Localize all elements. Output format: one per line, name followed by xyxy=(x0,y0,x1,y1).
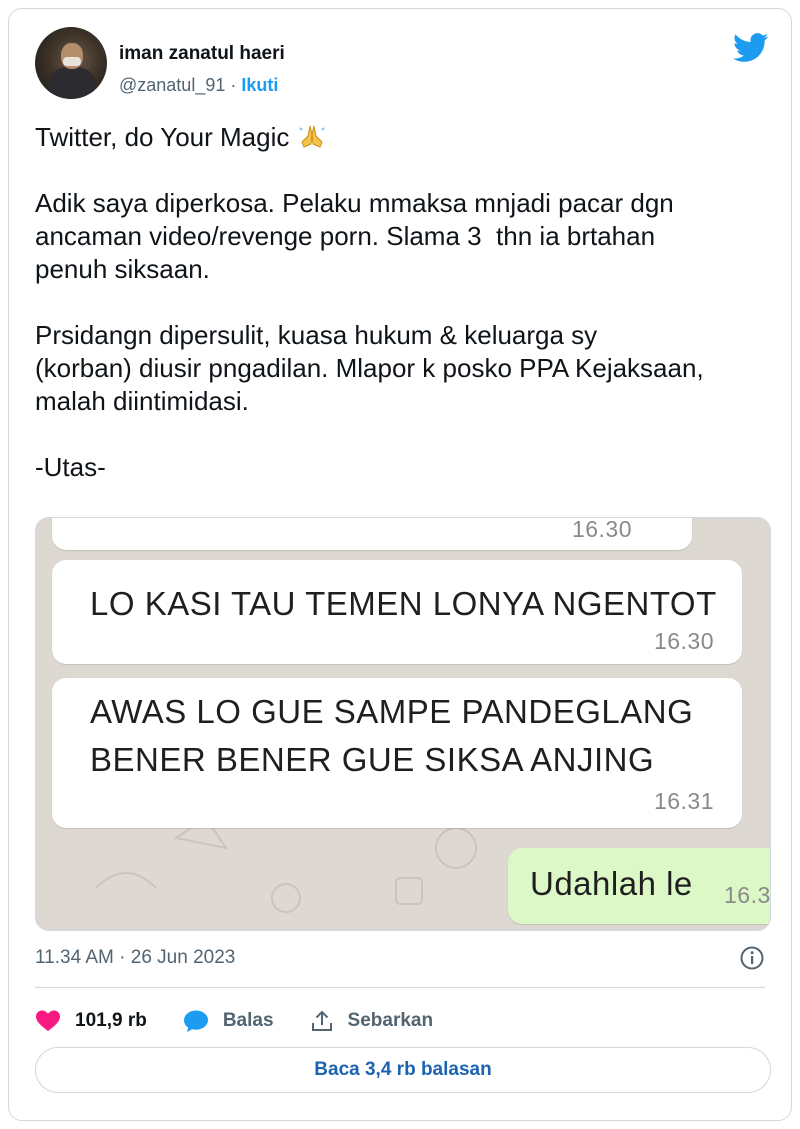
chat-outgoing-bubble: Udahlah le 16.3 xyxy=(508,848,771,924)
share-upload-icon xyxy=(311,1010,332,1031)
author-handle-row: @zanatul_91 · Ikuti xyxy=(119,75,278,96)
chat-message-bubble: LO KASI TAU TEMEN LONYA NGENTOT 16.30 xyxy=(52,560,742,664)
chat-message-time: 16.31 xyxy=(653,788,714,814)
tweet-body: Adik saya diperkosa. Pelaku mmaksa mnjad… xyxy=(35,188,704,482)
avatar-mask xyxy=(63,57,81,66)
author-name[interactable]: iman zanatul haeri xyxy=(119,43,285,65)
chat-message-bubble: 16.30 xyxy=(52,517,692,550)
tweet-timestamp[interactable]: 11.34 AM · 26 Jun 2023 xyxy=(35,947,235,969)
divider xyxy=(35,987,765,988)
follow-button[interactable]: Ikuti xyxy=(241,75,278,95)
like-count: 101,9 rb xyxy=(75,1010,147,1031)
read-replies-button[interactable]: Baca 3,4 rb balasan xyxy=(35,1047,771,1093)
chat-message-text: LO KASI TAU TEMEN LONYA NGENTOT xyxy=(90,585,717,622)
chat-message-time: 16.30 xyxy=(653,628,714,654)
speech-bubble-icon xyxy=(183,1010,208,1032)
chat-message-bubble: AWAS LO GUE SAMPE PANDEGLANG BENER BENER… xyxy=(52,678,742,828)
tweet-card: iman zanatul haeri @zanatul_91 · Ikuti T… xyxy=(8,8,792,1121)
chat-message-text: AWAS LO GUE SAMPE PANDEGLANG BENER BENER… xyxy=(90,693,694,778)
info-icon[interactable] xyxy=(739,945,765,971)
reply-label: Balas xyxy=(222,1010,274,1031)
avatar[interactable] xyxy=(35,27,107,99)
share-label: Sebarkan xyxy=(347,1010,434,1031)
chat-message-text: Udahlah le xyxy=(530,865,693,902)
avatar-body xyxy=(49,67,95,99)
chat-message-time: 16.30 xyxy=(571,517,632,542)
author-handle[interactable]: @zanatul_91 xyxy=(119,75,225,95)
handle-separator: · xyxy=(225,75,242,95)
folded-hands-icon xyxy=(298,125,325,148)
chat-screenshot-image[interactable]: 16.30 LO KASI TAU TEMEN LONYA NGENTOT 16… xyxy=(35,517,771,931)
reply-button[interactable]: Balas xyxy=(183,1009,274,1033)
tweet-actions: 101,9 rb Balas Sebarkan xyxy=(35,1003,469,1039)
tweet-text: Twitter, do Your Magic Adik saya diperko… xyxy=(35,121,775,484)
share-button[interactable]: Sebarkan xyxy=(310,1009,434,1033)
heart-icon xyxy=(36,1010,60,1031)
twitter-bird-icon[interactable] xyxy=(733,33,769,63)
like-button[interactable]: 101,9 rb xyxy=(35,1009,147,1033)
chat-message-time: 16.3 xyxy=(724,882,771,908)
tweet-first-line: Twitter, do Your Magic xyxy=(35,122,297,152)
